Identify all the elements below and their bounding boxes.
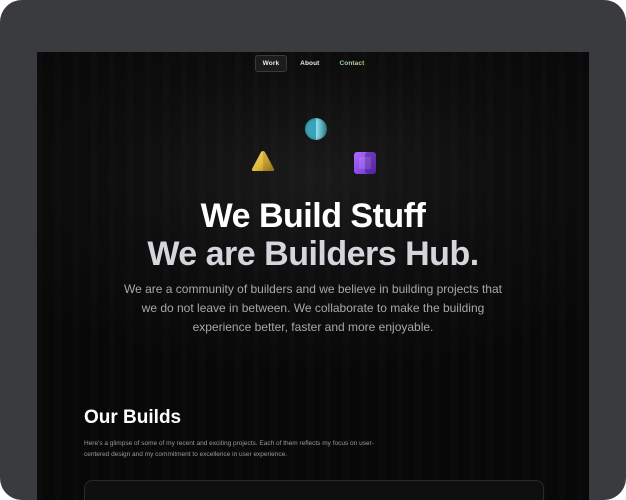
- nav-about[interactable]: About: [293, 56, 326, 71]
- top-nav: Work About Contact: [37, 52, 589, 74]
- hero-subtitle: We are Builders Hub.: [147, 235, 479, 273]
- nav-work[interactable]: Work: [254, 54, 288, 72]
- hero-title: We Build Stuff: [200, 197, 426, 235]
- build-card[interactable]: [84, 480, 544, 500]
- circle-shape-icon: [305, 118, 327, 140]
- hero-description: We are a community of builders and we be…: [124, 282, 502, 334]
- triangle-shape-icon: [251, 151, 275, 171]
- page-viewport: Work About Contact We Build Stuff We are…: [37, 52, 589, 500]
- builds-section-title: Our Builds: [84, 407, 182, 428]
- nav-contact[interactable]: Contact: [332, 56, 371, 71]
- square-shape-icon: [354, 152, 376, 174]
- builds-section-description: Here's a glimpse of some of my recent an…: [84, 440, 374, 458]
- device-frame: Work About Contact We Build Stuff We are…: [0, 0, 626, 500]
